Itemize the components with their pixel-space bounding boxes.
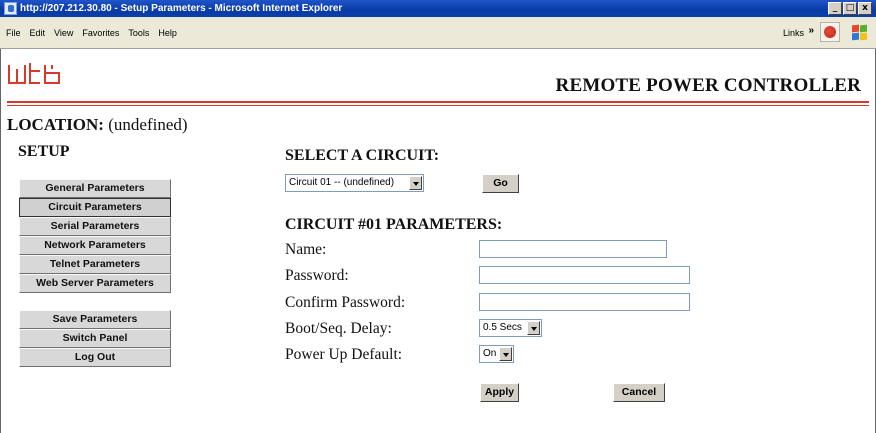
- window-controls: _ □ x: [828, 2, 872, 15]
- header-divider: [7, 101, 869, 103]
- chevron-down-icon[interactable]: [527, 321, 540, 335]
- boot-delay-label: Boot/Seq. Delay:: [285, 320, 392, 337]
- go-button[interactable]: Go: [482, 174, 519, 193]
- menu-favorites[interactable]: Favorites: [82, 28, 119, 38]
- power-up-default-label: Power Up Default:: [285, 346, 403, 363]
- confirm-password-field[interactable]: [479, 293, 690, 311]
- menu-tools[interactable]: Tools: [128, 28, 149, 38]
- maximize-button[interactable]: □: [843, 2, 857, 15]
- boot-delay-select[interactable]: 0.5 Secs: [479, 319, 542, 337]
- power-up-default-select[interactable]: On: [479, 345, 514, 363]
- location-label: LOCATION:: [7, 115, 104, 134]
- cancel-button[interactable]: Cancel: [613, 383, 665, 402]
- wti-logo: [8, 63, 60, 84]
- confirm-password-label: Confirm Password:: [285, 294, 406, 311]
- menu-file[interactable]: File: [6, 28, 21, 38]
- select-circuit-heading: SELECT A CIRCUIT:: [285, 147, 440, 164]
- boot-delay-value: 0.5 Secs: [483, 322, 522, 333]
- circuit-parameters-button[interactable]: Circuit Parameters: [19, 198, 171, 217]
- setup-menu: General Parameters Circuit Parameters Se…: [19, 179, 171, 293]
- menu-edit[interactable]: Edit: [30, 28, 46, 38]
- menu-view[interactable]: View: [54, 28, 73, 38]
- power-up-default-value: On: [483, 348, 497, 359]
- save-parameters-button[interactable]: Save Parameters: [19, 310, 171, 329]
- web-server-parameters-button[interactable]: Web Server Parameters: [19, 274, 171, 293]
- links-chevron-icon[interactable]: »: [808, 25, 814, 36]
- network-parameters-button[interactable]: Network Parameters: [19, 236, 171, 255]
- menu-help[interactable]: Help: [158, 28, 177, 38]
- location-value: (undefined): [108, 115, 188, 134]
- windows-logo-icon: [848, 22, 870, 42]
- product-title: REMOTE POWER CONTROLLER: [555, 75, 861, 96]
- menu-items: File Edit View Favorites Tools Help: [6, 28, 177, 38]
- chevron-down-icon[interactable]: [409, 176, 422, 190]
- security-icon[interactable]: [820, 22, 840, 42]
- name-field[interactable]: [479, 240, 667, 258]
- password-field[interactable]: [479, 266, 690, 284]
- setup-heading: SETUP: [18, 143, 70, 160]
- minimize-button[interactable]: _: [828, 2, 842, 15]
- window-title: http://207.212.30.80 - Setup Parameters …: [20, 3, 343, 14]
- general-parameters-button[interactable]: General Parameters: [19, 179, 171, 198]
- apply-button[interactable]: Apply: [480, 383, 519, 402]
- menu-bar: File Edit View Favorites Tools Help Link…: [0, 17, 876, 49]
- circuit-select[interactable]: Circuit 01 -- (undefined): [285, 174, 424, 192]
- serial-parameters-button[interactable]: Serial Parameters: [19, 217, 171, 236]
- name-label: Name:: [285, 241, 327, 258]
- switch-panel-button[interactable]: Switch Panel: [19, 329, 171, 348]
- password-label: Password:: [285, 267, 349, 284]
- ie-page-icon: [4, 2, 17, 15]
- header-divider-thin: [7, 105, 869, 106]
- setup-actions: Save Parameters Switch Panel Log Out: [19, 310, 171, 367]
- location-line: LOCATION: (undefined): [7, 115, 188, 135]
- close-button[interactable]: x: [858, 2, 872, 15]
- chevron-down-icon[interactable]: [499, 347, 512, 361]
- log-out-button[interactable]: Log Out: [19, 348, 171, 367]
- circuit-parameters-heading: CIRCUIT #01 PARAMETERS:: [285, 216, 503, 233]
- circuit-select-value: Circuit 01 -- (undefined): [289, 177, 395, 188]
- window-titlebar: http://207.212.30.80 - Setup Parameters …: [0, 0, 876, 17]
- telnet-parameters-button[interactable]: Telnet Parameters: [19, 255, 171, 274]
- page-content: REMOTE POWER CONTROLLER LOCATION: (undef…: [0, 49, 876, 433]
- links-toolbar-label[interactable]: Links: [783, 28, 804, 38]
